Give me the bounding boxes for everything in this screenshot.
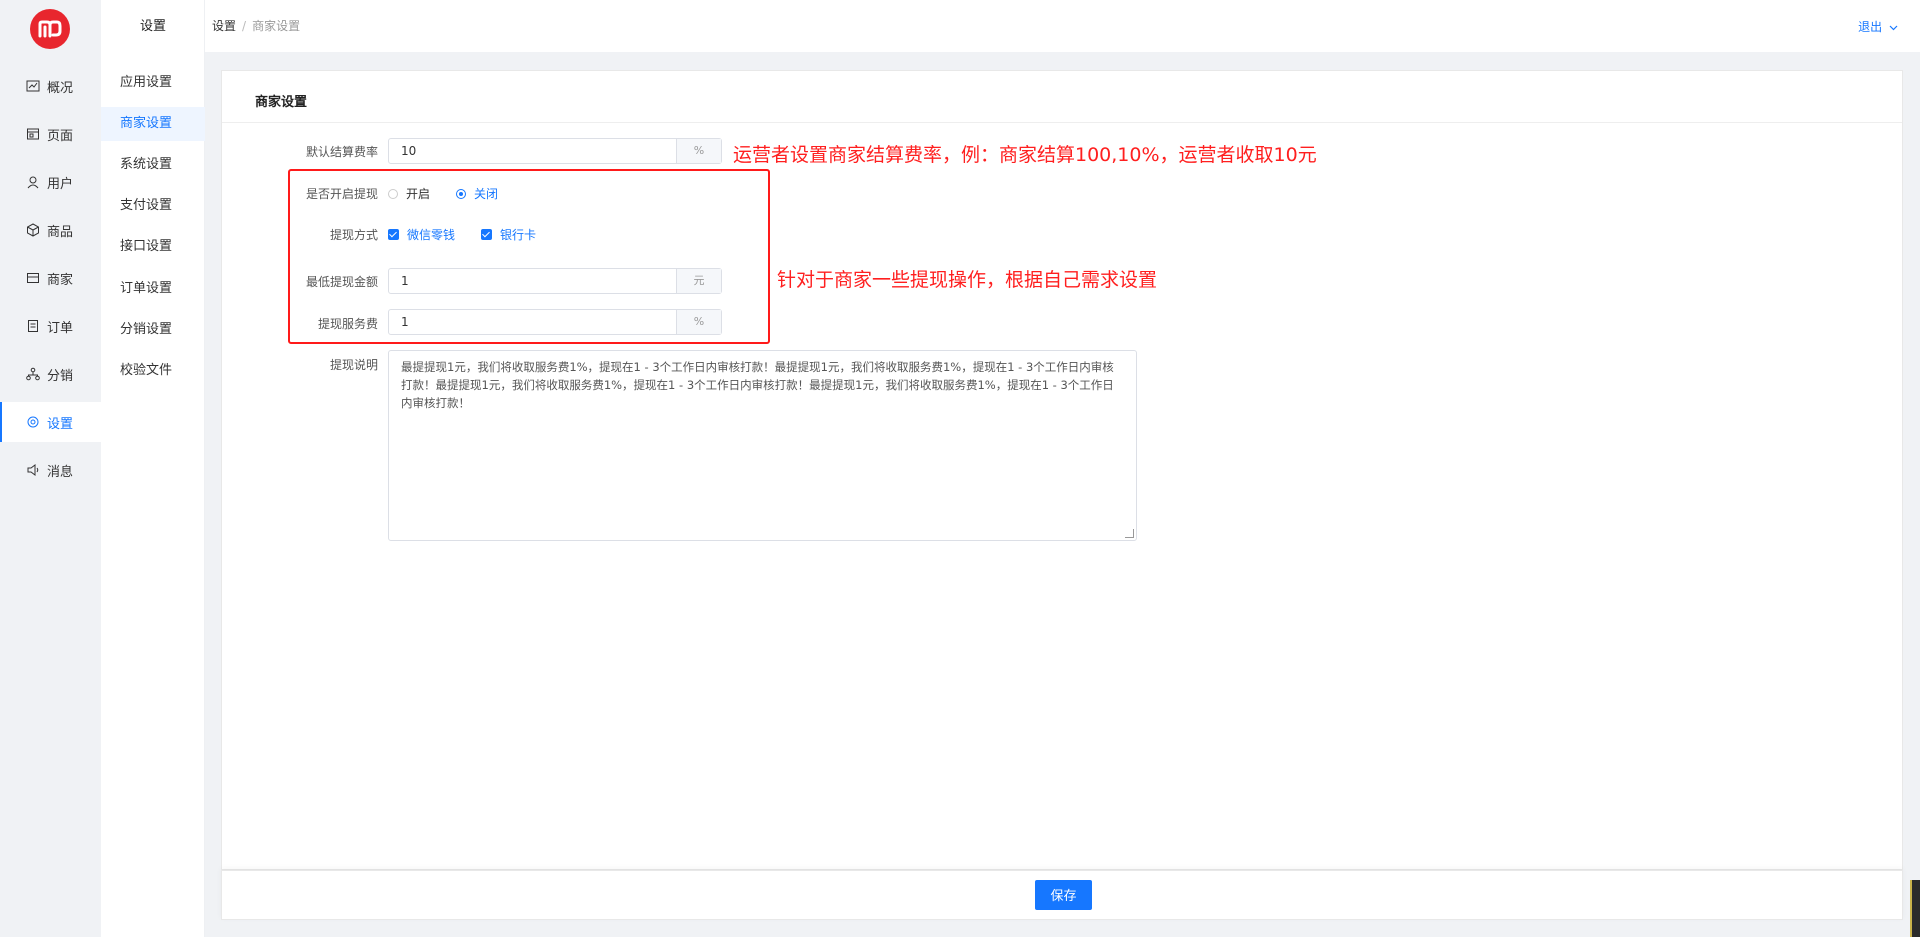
nav-pages[interactable]: 页面: [0, 114, 101, 154]
subnav-order-settings[interactable]: 订单设置: [101, 272, 205, 306]
speaker-icon: [27, 464, 39, 476]
subnav-app-settings[interactable]: 应用设置: [101, 66, 205, 100]
subnav-distribution-settings[interactable]: 分销设置: [101, 313, 205, 347]
user-icon: [27, 176, 39, 189]
network-icon: [26, 367, 40, 381]
logout-dropdown[interactable]: 退出: [1858, 18, 1898, 35]
save-button[interactable]: 保存: [1035, 880, 1092, 910]
nav-orders[interactable]: 订单: [0, 306, 101, 346]
withdraw-desc-textarea[interactable]: 最提提现1元，我们将收取服务费1%，提现在1 - 3个工作日内审核打款！最提提现…: [388, 350, 1137, 541]
page-icon: [27, 128, 39, 140]
card-divider: [222, 122, 1902, 123]
breadcrumb-current: 商家设置: [252, 19, 301, 33]
subnav-verification-files[interactable]: 校验文件: [101, 354, 205, 388]
nav-overview[interactable]: 概况: [0, 66, 101, 106]
secondary-sidebar: 设置 应用设置 商家设置 系统设置 支付设置 接口设置 订单设置 分销设置 校验…: [101, 0, 205, 937]
store-icon: [27, 273, 39, 283]
nav-messages[interactable]: 消息: [0, 450, 101, 490]
subnav-merchant-settings[interactable]: 商家设置: [101, 107, 205, 141]
nav-distribution-label: 分销: [47, 368, 74, 384]
resize-handle-icon[interactable]: [1125, 529, 1134, 538]
subnav-system-settings[interactable]: 系统设置: [101, 148, 205, 182]
nav-distribution[interactable]: 分销: [0, 354, 101, 394]
nav-pages-label: 页面: [47, 128, 74, 144]
cube-icon: [27, 223, 39, 237]
corner-scroll-widget[interactable]: [1910, 880, 1920, 937]
withdraw-desc-label: 提现说明: [329, 358, 378, 372]
breadcrumb-root[interactable]: 设置: [212, 19, 236, 33]
chevron-down-icon: [1889, 25, 1898, 31]
withdraw-desc-value: 最提提现1元，我们将收取服务费1%，提现在1 - 3个工作日内审核打款！最提提现…: [401, 360, 1114, 410]
nav-products-label: 商品: [47, 224, 74, 240]
rate-label: 默认结算费率: [305, 145, 378, 159]
nav-settings[interactable]: 设置: [0, 402, 101, 442]
subnav-payment-settings[interactable]: 支付设置: [101, 189, 205, 223]
annotation-rate-note: 运营者设置商家结算费率，例：商家结算100,10%，运营者收取10元: [733, 144, 1317, 166]
card-title: 商家设置: [255, 95, 308, 110]
annotation-highlight-box: [288, 169, 770, 344]
chart-line-icon: [26, 80, 40, 92]
nav-merchants[interactable]: 商家: [0, 258, 101, 298]
rate-unit: %: [676, 139, 721, 163]
nav-users-label: 用户: [47, 176, 74, 192]
secondary-sidebar-title: 设置: [139, 19, 166, 34]
nav-messages-label: 消息: [47, 464, 74, 480]
form-footer: 保存: [221, 870, 1903, 920]
nav-users[interactable]: 用户: [0, 162, 101, 202]
nav-overview-label: 概况: [47, 80, 74, 96]
subnav-api-settings[interactable]: 接口设置: [101, 230, 205, 264]
logout-label: 退出: [1858, 20, 1883, 34]
app-logo[interactable]: [30, 9, 70, 49]
nav-merchants-label: 商家: [47, 272, 74, 288]
primary-sidebar: 概况 页面 用户 商品 商家 订单 分销 设置 消息: [0, 0, 101, 937]
breadcrumb-separator: /: [242, 19, 247, 33]
nav-products[interactable]: 商品: [0, 210, 101, 250]
rate-input[interactable]: 10 %: [388, 138, 722, 164]
nav-orders-label: 订单: [47, 320, 74, 336]
nav-settings-label: 设置: [47, 416, 74, 432]
rate-input-value: 10: [401, 144, 417, 158]
gear-icon: [27, 416, 39, 428]
top-header: 设置 / 商家设置 退出: [205, 0, 1920, 52]
order-icon: [28, 320, 38, 332]
logo-mark-icon: [38, 20, 62, 38]
annotation-withdraw-note: 针对于商家一些提现操作，根据自己需求设置: [777, 269, 1158, 291]
breadcrumb: 设置 / 商家设置: [212, 17, 300, 34]
